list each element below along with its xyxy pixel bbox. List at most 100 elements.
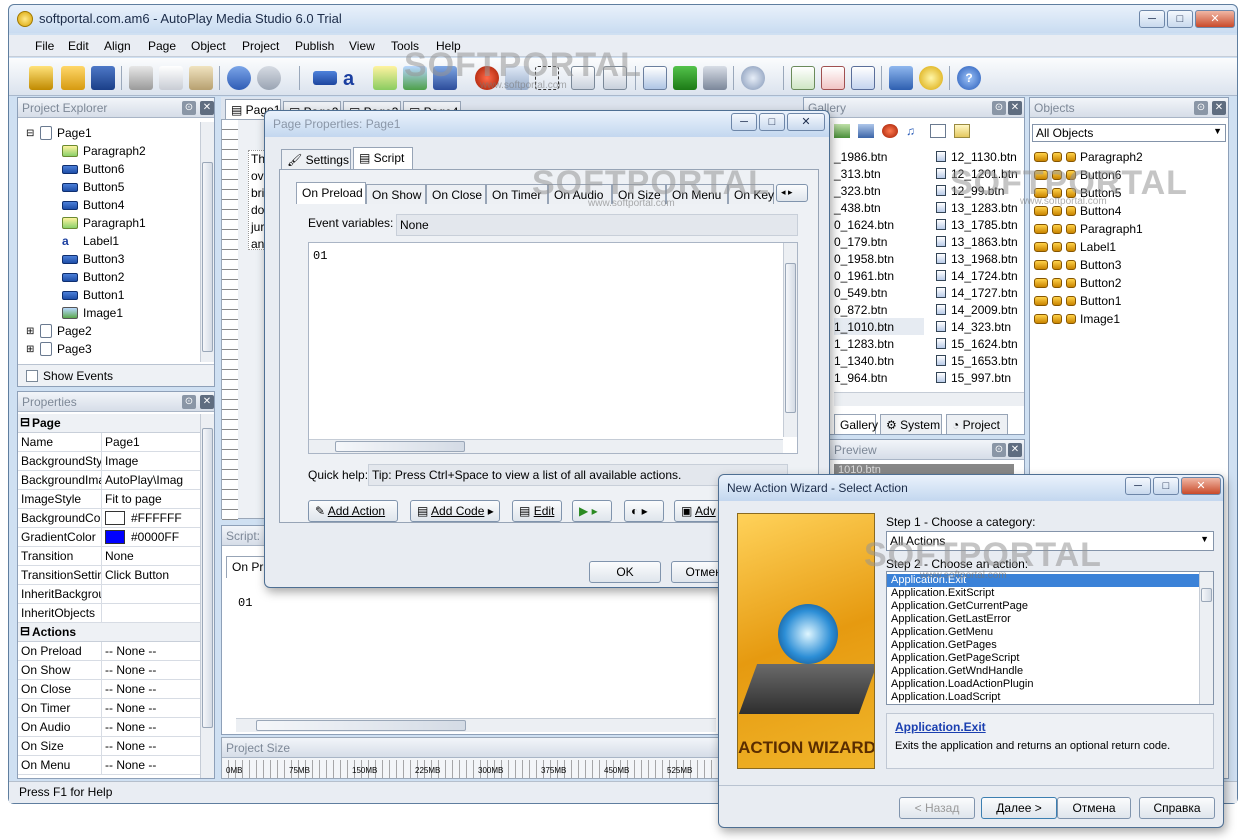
new-page-icon[interactable] bbox=[791, 66, 815, 90]
properties-scrollbar[interactable] bbox=[200, 414, 214, 778]
next-button[interactable]: Далее > bbox=[981, 797, 1057, 819]
gallery-file[interactable]: 13_1785.btn bbox=[936, 216, 1026, 233]
label-object-icon[interactable]: a bbox=[343, 68, 354, 91]
tab-script[interactable]: ▤ Script bbox=[353, 147, 413, 169]
gallery-images-icon[interactable] bbox=[834, 124, 850, 138]
show-events-checkbox[interactable] bbox=[26, 369, 38, 382]
help-icon[interactable]: ? bbox=[957, 66, 981, 90]
visible-eye-icon[interactable] bbox=[1034, 206, 1048, 216]
lock-icon[interactable] bbox=[1052, 152, 1062, 162]
gallery-file[interactable]: 1_1010.btn bbox=[834, 318, 924, 335]
minimize-button[interactable]: ─ bbox=[1125, 477, 1151, 495]
object-item[interactable]: Button3 bbox=[1034, 256, 1224, 274]
gallery-hscrollbar[interactable] bbox=[834, 392, 1024, 406]
paragraph-object-icon[interactable] bbox=[373, 66, 397, 90]
panel-close-icon[interactable]: ✕ bbox=[1008, 443, 1022, 457]
redo-icon[interactable] bbox=[257, 66, 281, 90]
color-swatch[interactable] bbox=[105, 511, 125, 525]
pin-icon[interactable]: ⊙ bbox=[182, 101, 196, 115]
gallery-docs-icon[interactable] bbox=[954, 124, 970, 138]
preview-monitor-icon[interactable] bbox=[889, 66, 913, 90]
gallery-file[interactable]: 14_1724.btn bbox=[936, 267, 1026, 284]
tree-item[interactable]: Button6 bbox=[26, 160, 198, 178]
delete-page-icon[interactable] bbox=[821, 66, 845, 90]
gallery-file[interactable]: 0_1961.btn bbox=[834, 267, 924, 284]
color-swatch[interactable] bbox=[105, 530, 125, 544]
maximize-button[interactable]: □ bbox=[1153, 477, 1179, 495]
gallery-file[interactable]: 0_872.btn bbox=[834, 301, 924, 318]
combobox-object-icon[interactable] bbox=[643, 66, 667, 90]
maximize-button[interactable]: □ bbox=[759, 113, 785, 131]
gallery-flash-icon[interactable] bbox=[858, 124, 874, 138]
panel-close-icon[interactable]: ✕ bbox=[1008, 101, 1022, 115]
action-list-item[interactable]: Application.GetPages bbox=[887, 639, 1199, 652]
gallery-file[interactable]: 1_964.btn bbox=[834, 369, 924, 386]
tree-item[interactable]: Paragraph2 bbox=[26, 142, 198, 160]
property-row[interactable]: On Show -- None -- bbox=[18, 661, 200, 680]
property-row[interactable]: On Audio -- None -- bbox=[18, 718, 200, 737]
gallery-file[interactable]: 12_1130.btn bbox=[936, 148, 1026, 165]
expand-icon[interactable]: ⊞ bbox=[26, 344, 36, 355]
gallery-file[interactable]: 15_997.btn bbox=[936, 369, 1026, 386]
tab-event[interactable]: On Close bbox=[426, 184, 486, 204]
menu-align[interactable]: Align bbox=[104, 39, 131, 53]
visible-eye-icon[interactable] bbox=[1034, 242, 1048, 252]
menu-view[interactable]: View bbox=[349, 39, 375, 53]
button-object-icon[interactable] bbox=[313, 71, 337, 85]
title-bar[interactable]: softportal.com.am6 - AutoPlay Media Stud… bbox=[9, 5, 1237, 33]
gallery-file[interactable]: 0_1624.btn bbox=[834, 216, 924, 233]
property-row[interactable]: TransitionSettin Click Button bbox=[18, 566, 200, 585]
property-row[interactable]: GradientColor #0000FF bbox=[18, 528, 200, 547]
close-button[interactable]: ✕ bbox=[1181, 477, 1221, 495]
gallery-file[interactable]: 1_1283.btn bbox=[834, 335, 924, 352]
minimize-button[interactable]: ─ bbox=[731, 113, 757, 131]
edit-button[interactable]: ▤ Edit bbox=[512, 500, 562, 522]
menu-publish[interactable]: Publish bbox=[295, 39, 334, 53]
tree-item[interactable]: Button2 bbox=[26, 268, 198, 286]
publish-cd-icon[interactable] bbox=[919, 66, 943, 90]
property-row[interactable]: On Menu -- None -- bbox=[18, 756, 200, 775]
gallery-file[interactable]: 14_1727.btn bbox=[936, 284, 1026, 301]
zoom-icon[interactable] bbox=[741, 66, 765, 90]
object-item[interactable]: Paragraph1 bbox=[1034, 220, 1224, 238]
action-list-item[interactable]: Application.ExitScript bbox=[887, 587, 1199, 600]
save-icon[interactable] bbox=[91, 66, 115, 90]
tab-project[interactable]: ◔ Project bbox=[946, 414, 1008, 434]
objects-filter-dropdown[interactable]: All Objects ▼ bbox=[1032, 124, 1226, 142]
action-list-item[interactable]: Application.GetCurrentPage bbox=[887, 600, 1199, 613]
panel-close-icon[interactable]: ✕ bbox=[1212, 101, 1226, 115]
gallery-file[interactable]: 15_1653.btn bbox=[936, 352, 1026, 369]
pin-icon[interactable]: ⊙ bbox=[992, 101, 1006, 115]
add-code-button[interactable]: ▤ Add Code ▸ bbox=[410, 500, 500, 522]
gallery-video-icon[interactable] bbox=[882, 124, 898, 138]
editor-vscrollbar[interactable] bbox=[783, 243, 797, 437]
collapse-icon[interactable]: ⊟ bbox=[20, 624, 30, 638]
paste-icon[interactable] bbox=[189, 66, 213, 90]
visible-eye-icon[interactable] bbox=[1034, 314, 1048, 324]
lock-icon[interactable] bbox=[1052, 296, 1062, 306]
object-item[interactable]: Button2 bbox=[1034, 274, 1224, 292]
action-list[interactable]: Application.Exit Application.ExitScript Ap… bbox=[886, 571, 1214, 705]
tab-event[interactable]: On Preload bbox=[296, 182, 366, 204]
property-row[interactable]: On Close -- None -- bbox=[18, 680, 200, 699]
wizard-wand-icon[interactable] bbox=[29, 66, 53, 90]
action-list-item[interactable]: Application.LoadScript bbox=[887, 691, 1199, 704]
gallery-file[interactable]: 0_549.btn bbox=[834, 284, 924, 301]
visible-eye-icon[interactable] bbox=[1034, 278, 1048, 288]
add-action-button[interactable]: ✎ Add Action bbox=[308, 500, 398, 522]
property-row[interactable]: BackgroundIma AutoPlay\Imag bbox=[18, 471, 200, 490]
tab-gallery[interactable]: Gallery bbox=[834, 414, 878, 434]
action-list-item[interactable]: Application.LoadActionPlugin bbox=[887, 678, 1199, 691]
tree-item[interactable]: ⊞ Page2 bbox=[26, 322, 198, 340]
collapse-icon[interactable]: ⊟ bbox=[20, 415, 30, 429]
tree-scrollbar[interactable] bbox=[200, 122, 214, 362]
property-row[interactable]: On Size -- None -- bbox=[18, 737, 200, 756]
property-row[interactable]: On Preload -- None -- bbox=[18, 642, 200, 661]
close-button[interactable]: ✕ bbox=[1195, 10, 1235, 28]
visible-eye-icon[interactable] bbox=[1034, 224, 1048, 234]
menu-object[interactable]: Object bbox=[191, 39, 226, 53]
lock-icon[interactable] bbox=[1052, 260, 1062, 270]
gallery-audio-icon[interactable]: ♫ bbox=[906, 124, 922, 138]
tab-scroll-arrows[interactable]: ◂ ▸ bbox=[776, 184, 808, 202]
object-item[interactable]: Button1 bbox=[1034, 292, 1224, 310]
